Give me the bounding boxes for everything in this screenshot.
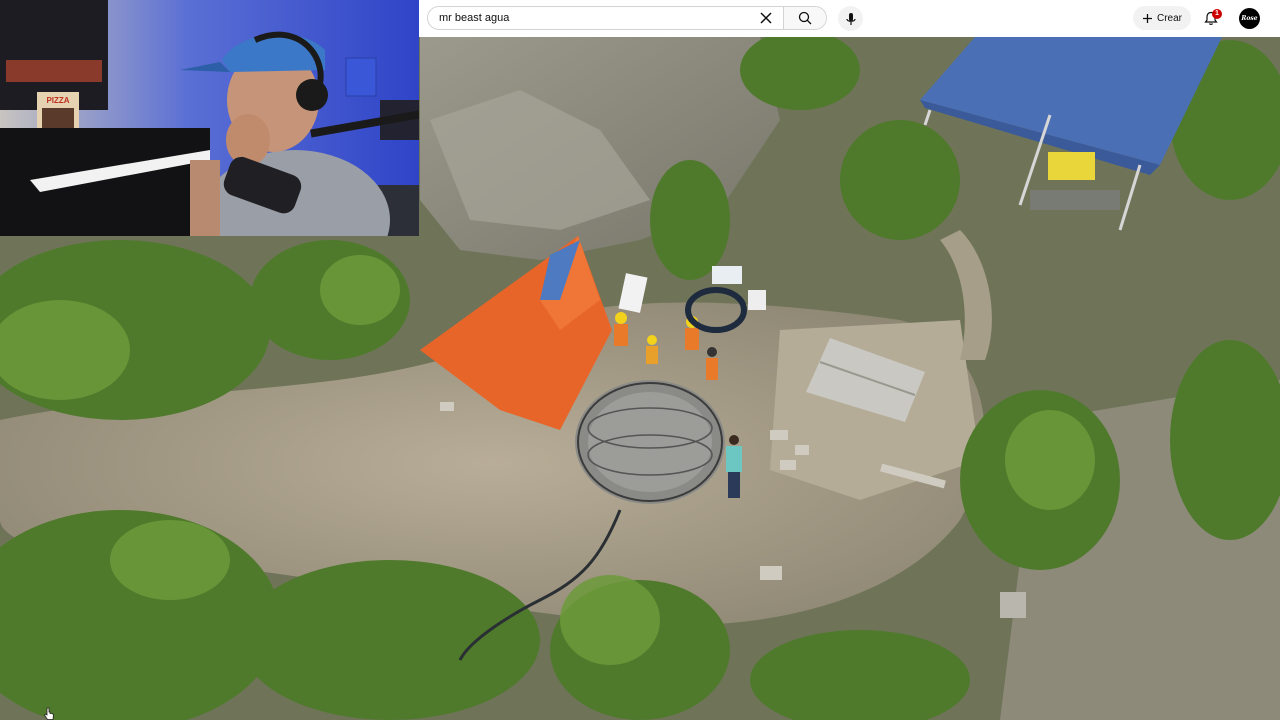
poster-text: PIZZA [46, 96, 69, 105]
mic-icon [845, 12, 856, 25]
notifications-button[interactable]: 1 [1199, 6, 1223, 30]
voice-search-button[interactable] [838, 6, 863, 31]
avatar[interactable]: Rose [1239, 8, 1260, 29]
search-box [427, 6, 827, 30]
search-button[interactable] [783, 7, 826, 29]
avatar-text: Rose [1241, 15, 1258, 22]
create-button[interactable]: Crear [1133, 6, 1191, 30]
close-icon [760, 12, 772, 24]
search-input[interactable] [428, 7, 755, 29]
top-bar: Crear 1 Rose [419, 0, 1280, 37]
notification-badge: 1 [1212, 9, 1222, 19]
search-icon [798, 11, 812, 25]
create-label: Crear [1156, 12, 1182, 24]
clear-search-button[interactable] [755, 7, 777, 29]
webcam-feed: PIZZA [0, 0, 419, 236]
plus-icon [1142, 13, 1152, 23]
streamer-webcam: PIZZA [0, 0, 419, 236]
hand-cursor-icon [43, 707, 54, 720]
stream-page: PIZZA mr beast agua Crear 1 Rose [0, 0, 1280, 720]
